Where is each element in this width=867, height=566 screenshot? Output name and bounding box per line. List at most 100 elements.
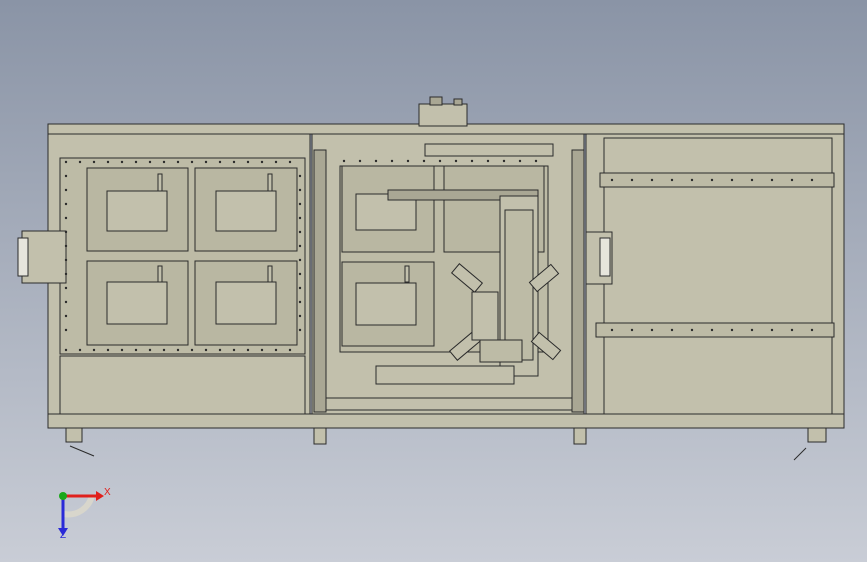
bolt [246,160,250,164]
bolt [260,160,264,164]
bolt [298,188,302,192]
bolt [630,178,634,182]
right-rail-upper [599,172,835,188]
bolt [730,328,734,332]
bolt [298,244,302,248]
bolt [274,160,278,164]
comb-strip [424,143,554,157]
bolt [176,348,180,352]
bolt [342,159,346,163]
top-control-box [418,103,468,127]
bolt [650,178,654,182]
tray-window [215,281,277,325]
bolt [260,348,264,352]
bolt [390,159,394,163]
foot [313,427,327,445]
bolt [148,160,152,164]
left-handle-bracket [21,230,67,284]
bolt [148,348,152,352]
bolt [298,174,302,178]
bolt [690,328,694,332]
bolt [120,348,124,352]
bolt [610,178,614,182]
gantry-slider [504,209,534,361]
bolt [204,160,208,164]
bolt [232,160,236,164]
bolt [298,328,302,332]
tray-window [355,282,417,326]
tray-pin [157,173,163,192]
bolt [232,348,236,352]
bolt [64,348,68,352]
machine-assembly [17,96,845,461]
x-axis-label: X [104,487,111,498]
bottom-rail [47,413,845,429]
bolt [690,178,694,182]
tray-pin [267,173,273,192]
tray-window [215,190,277,232]
bolt [218,348,222,352]
bolt [710,328,714,332]
bolt [64,216,68,220]
bolt [610,328,614,332]
bolt [190,160,194,164]
bolt [64,244,68,248]
bolt [120,160,124,164]
axis-origin [59,492,67,500]
bolt [650,328,654,332]
bolt [64,230,68,234]
bolt [64,300,68,304]
cad-drawing [0,0,867,562]
bolt [64,160,68,164]
bolt [64,174,68,178]
bolt [92,160,96,164]
bolt [358,159,362,163]
bolt [288,160,292,164]
bolt [298,286,302,290]
top-control-knob [429,96,443,106]
bolt [64,286,68,290]
bolt [810,178,814,182]
bolt [162,160,166,164]
bolt [162,348,166,352]
bolt [134,160,138,164]
z-axis-label: Z [60,530,67,541]
bolt [298,202,302,206]
bolt [750,328,754,332]
bolt [438,159,442,163]
bolt [730,178,734,182]
tray-pin [404,265,410,283]
bolt [78,348,82,352]
cad-viewport[interactable]: X Z [0,0,867,562]
bolt [790,178,794,182]
bolt [298,314,302,318]
bolt [770,178,774,182]
foot [65,427,83,443]
right-handle-grip [599,237,611,277]
bolt [470,159,474,163]
bolt [454,159,458,163]
bolt [190,348,194,352]
bolt [750,178,754,182]
left-lower-panel [59,355,306,415]
bolt [64,272,68,276]
bolt [106,348,110,352]
foot [573,427,587,445]
bolt [64,314,68,318]
bolt [670,328,674,332]
bolt [64,328,68,332]
foot [807,427,827,443]
tray-window [106,190,168,232]
bolt [78,160,82,164]
bolt [406,159,410,163]
bolt [246,348,250,352]
bolt [630,328,634,332]
bolt [134,348,138,352]
bolt [106,160,110,164]
actuator-block [479,339,523,363]
bolt [288,348,292,352]
bolt [374,159,378,163]
bolt [790,328,794,332]
bolt [486,159,490,163]
bolt [218,160,222,164]
